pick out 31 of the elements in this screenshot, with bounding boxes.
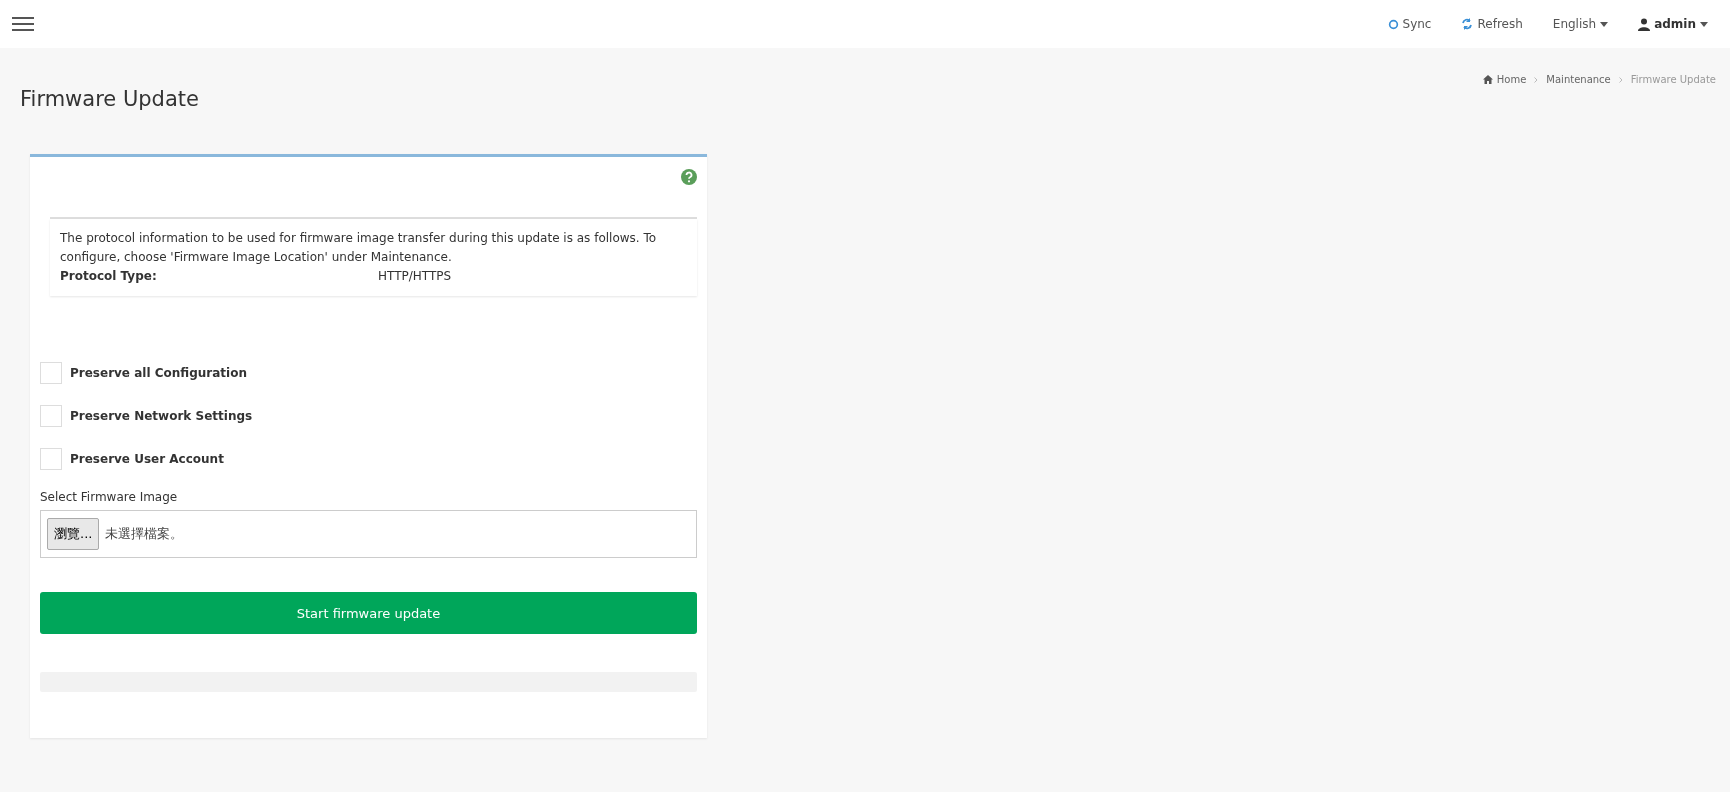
separator-icon [1618,76,1623,83]
checkbox[interactable] [40,405,62,427]
language-dropdown[interactable]: English [1552,17,1609,31]
checkbox-label: Preserve User Account [70,452,224,466]
checkbox[interactable] [40,448,62,470]
sync-icon [1387,18,1399,30]
caret-icon [1600,21,1609,27]
field-value: HTTP/HTTPS [378,268,452,285]
menu-icon[interactable] [12,16,34,32]
refresh-icon [1461,18,1474,30]
breadcrumb-current: Firmware Update [1630,74,1716,85]
field-label: Select Firmware Image [40,490,179,504]
user-menu[interactable]: admin [1638,17,1708,31]
checkbox[interactable] [40,362,62,384]
checkbox-label: Preserve Network Settings [70,409,253,423]
breadcrumb-link[interactable]: Maintenance [1546,74,1611,85]
page-title: Firmware Update [20,87,199,111]
user-icon [1638,17,1651,31]
checkbox-label: Preserve all Configuration [70,366,247,380]
separator-icon [1534,76,1539,83]
sync-link[interactable]: Sync [1387,17,1432,31]
caret-icon [1700,21,1708,27]
field-label: Protocol Type: [60,268,158,285]
home-icon [1482,75,1493,84]
refresh-link[interactable]: Refresh [1461,17,1523,31]
browse-button[interactable]: 瀏覽... [47,518,100,550]
file-status: 未選擇檔案。 [105,525,184,543]
breadcrumb-link[interactable]: Home [1482,74,1527,85]
help-icon[interactable] [681,169,697,185]
info-text: The protocol information to be used for firmware image transfer during this update is as follows. To configure, choose 'Firmware Image Location' under Maintenance. [60,230,658,266]
file-input[interactable]: 瀏覽... 未選擇檔案。 [40,510,697,558]
